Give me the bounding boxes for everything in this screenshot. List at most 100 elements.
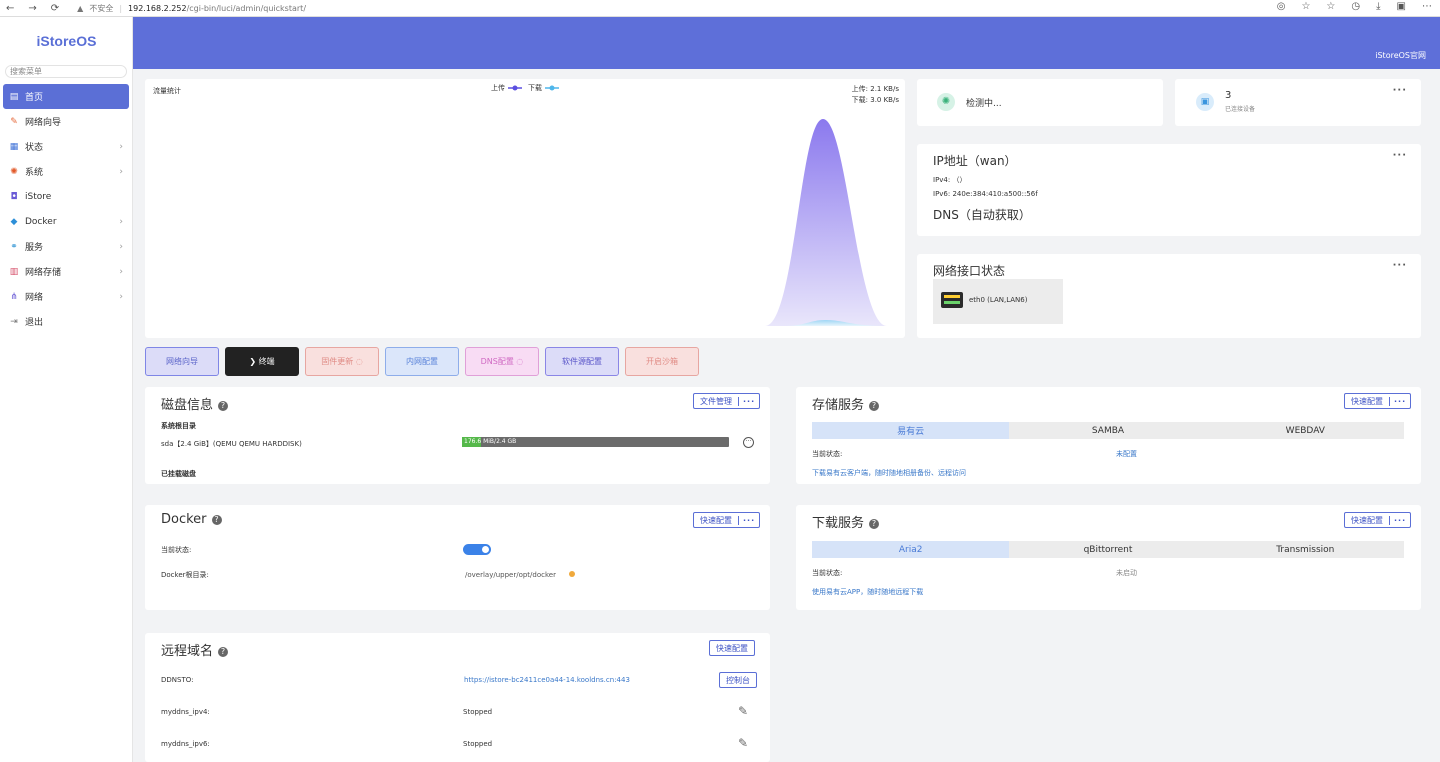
console-button[interactable]: 控制台 xyxy=(719,672,757,688)
quick-button-2[interactable]: 固件更新 ◌ xyxy=(305,347,379,376)
quick-button-0[interactable]: 网络向导 xyxy=(145,347,219,376)
chevron-right-icon: › xyxy=(119,166,123,177)
docker-root-value: /overlay/upper/opt/docker xyxy=(465,571,556,579)
docker-config-button[interactable]: 快速配置 ··· xyxy=(693,512,761,528)
ip-more-icon[interactable]: ··· xyxy=(1393,150,1407,161)
ddnsto-link[interactable]: https://istore-bc2411ce0a44-14.kooldns.c… xyxy=(464,676,630,684)
sidebar-item-label: 网络 xyxy=(25,293,44,303)
sidebar-item-label: 网络存储 xyxy=(25,268,62,278)
docker-icon: ◆ xyxy=(10,216,18,227)
history-icon[interactable]: ◷ xyxy=(1351,1,1360,12)
reload-icon[interactable]: ⟳ xyxy=(51,3,59,14)
download-tip-link[interactable]: 使用易有云APP，随时随地远程下载 xyxy=(812,587,923,597)
sidebar-item-0[interactable]: ▤ 首页 xyxy=(3,84,129,109)
storage-status-value[interactable]: 未配置 xyxy=(1116,449,1137,459)
quick-button-3[interactable]: 内网配置 xyxy=(385,347,459,376)
sidebar-item-label: Docker xyxy=(25,216,57,227)
tab-yiyouyun[interactable]: 易有云 xyxy=(812,422,1010,439)
forward-icon[interactable]: → xyxy=(28,3,36,14)
url-path: /cgi-bin/luci/admin/quickstart/ xyxy=(186,3,307,13)
ip-title: IP地址（wan） xyxy=(933,154,1017,168)
sidebar-item-label: 状态 xyxy=(25,143,44,153)
download-icon[interactable]: ⤓ xyxy=(1376,1,1380,12)
traffic-card: 流量统计 上传 下载 上传: 2.1 KB/s 下载: 3.0 KB/s xyxy=(145,79,905,338)
help-icon[interactable]: ? xyxy=(869,401,880,411)
ddns-ipv4-status: Stopped xyxy=(463,708,493,716)
sidebar-item-5[interactable]: ◆ Docker › xyxy=(3,209,129,234)
devices-more-icon[interactable]: ··· xyxy=(1393,85,1407,96)
download-config-button[interactable]: 快速配置 ··· xyxy=(1344,512,1412,528)
quick-button-5[interactable]: 软件源配置 xyxy=(545,347,619,376)
help-icon[interactable]: ? xyxy=(869,519,880,529)
service-icon: ⚭ xyxy=(10,241,18,252)
help-icon[interactable]: ? xyxy=(218,647,229,657)
address-bar[interactable]: ▲ 不安全 | 192.168.2.252/cgi-bin/luci/admin… xyxy=(77,3,306,14)
storage-config-button[interactable]: 快速配置 ··· xyxy=(1344,393,1412,409)
dns-label: DNS（自动获取） xyxy=(933,208,1031,222)
menu-icon[interactable]: ⋯ xyxy=(1422,1,1432,12)
edit-icon[interactable]: ✎ xyxy=(738,736,748,750)
tab-webdav[interactable]: WEBDAV xyxy=(1206,422,1404,439)
sidebar-item-3[interactable]: ✺ 系统 › xyxy=(3,159,129,184)
sidebar-item-1[interactable]: ✎ 网络向导 xyxy=(3,109,129,134)
interface-tile[interactable]: eth0 (LAN,LAN6) xyxy=(933,279,1063,324)
official-site-link[interactable]: iStoreOS官网 xyxy=(1375,50,1426,61)
quick-button-1[interactable]: ❯ 终端 xyxy=(225,347,299,376)
screenshot-icon[interactable]: ▣ xyxy=(1397,1,1406,12)
disk-options-icon[interactable]: ··· xyxy=(743,437,754,448)
mounted-label: 已挂载磁盘 xyxy=(161,470,196,478)
logo: iStoreOS xyxy=(36,33,97,49)
star-icon[interactable]: ☆ xyxy=(1301,1,1310,12)
ddns-config-label: 快速配置 xyxy=(716,643,748,653)
tab-samba[interactable]: SAMBA xyxy=(1009,422,1207,439)
sidebar-item-9[interactable]: ⇥ 退出 xyxy=(3,309,129,334)
chevron-right-icon: › xyxy=(119,141,123,152)
storage-config-label: 快速配置 xyxy=(1351,396,1383,406)
storage-tip-link[interactable]: 下载易有云客户端，随时随地相册备份、远程访问 xyxy=(812,468,966,478)
edit-icon[interactable]: ✎ xyxy=(738,704,748,718)
sidebar-item-6[interactable]: ⚭ 服务 › xyxy=(3,234,129,259)
interface-title: 网络接口状态 xyxy=(933,264,1006,278)
sidebar-item-label: iStore xyxy=(25,191,52,202)
ipv4-value: IPv4: （） xyxy=(933,176,967,184)
collections-icon[interactable]: ☆ xyxy=(1326,1,1335,12)
file-manager-label: 文件管理 xyxy=(700,396,732,406)
interface-more-icon[interactable]: ··· xyxy=(1393,260,1407,271)
sidebar-item-7[interactable]: ▥ 网络存储 › xyxy=(3,259,129,284)
docker-more-icon[interactable]: ··· xyxy=(738,515,759,525)
quick-actions: 网络向导 ❯ 终端 固件更新 ◌ 内网配置 DNS配置 ◌ 软件源配置 开启沙箱 xyxy=(145,347,699,376)
devices-card[interactable]: ▣ 3 已连接设备 ··· xyxy=(1175,79,1421,126)
download-more-icon[interactable]: ··· xyxy=(1389,515,1410,525)
check-icon: ✺ xyxy=(937,93,955,111)
quick-button-4[interactable]: DNS配置 ◌ xyxy=(465,347,539,376)
download-status-label: 当前状态: xyxy=(812,569,843,577)
docker-config-label: 快速配置 xyxy=(700,515,732,525)
search-input[interactable]: 搜索菜单 xyxy=(5,65,127,78)
tab-aria2[interactable]: Aria2 xyxy=(812,541,1010,558)
docker-root-label: Docker根目录: xyxy=(161,571,209,579)
quick-button-6[interactable]: 开启沙箱 xyxy=(625,347,699,376)
network-check-card[interactable]: ✺ 检测中... xyxy=(917,79,1163,126)
ip-card: IP地址（wan） IPv4: （） IPv6: 240e:384:410:a5… xyxy=(917,144,1421,236)
translate-icon[interactable]: ◎ xyxy=(1277,1,1286,12)
sidebar-item-4[interactable]: ◘ iStore xyxy=(3,184,129,209)
chevron-right-icon: › xyxy=(119,216,123,227)
disk-more-icon[interactable]: ··· xyxy=(738,396,759,406)
tab-qbittorrent[interactable]: qBittorrent xyxy=(1009,541,1207,558)
sidebar-item-2[interactable]: ▦ 状态 › xyxy=(3,134,129,159)
docker-toggle[interactable] xyxy=(463,544,491,555)
help-icon[interactable]: ? xyxy=(218,401,229,411)
store-icon: ◘ xyxy=(10,191,18,202)
ddns-title: 远程域名? xyxy=(161,640,229,659)
back-icon[interactable]: ← xyxy=(6,3,14,14)
ddns-config-button[interactable]: 快速配置 xyxy=(709,640,755,656)
storage-title: 存储服务? xyxy=(812,394,880,413)
tab-transmission[interactable]: Transmission xyxy=(1206,541,1404,558)
file-manager-button[interactable]: 文件管理 ··· xyxy=(693,393,761,409)
docker-status-label: 当前状态: xyxy=(161,546,192,554)
check-status: 检测中... xyxy=(966,99,1002,109)
storage-more-icon[interactable]: ··· xyxy=(1389,396,1410,406)
help-icon[interactable]: ? xyxy=(211,515,222,525)
ddns-title-text: 远程域名 xyxy=(161,644,214,659)
sidebar-item-8[interactable]: ⋔ 网络 › xyxy=(3,284,129,309)
